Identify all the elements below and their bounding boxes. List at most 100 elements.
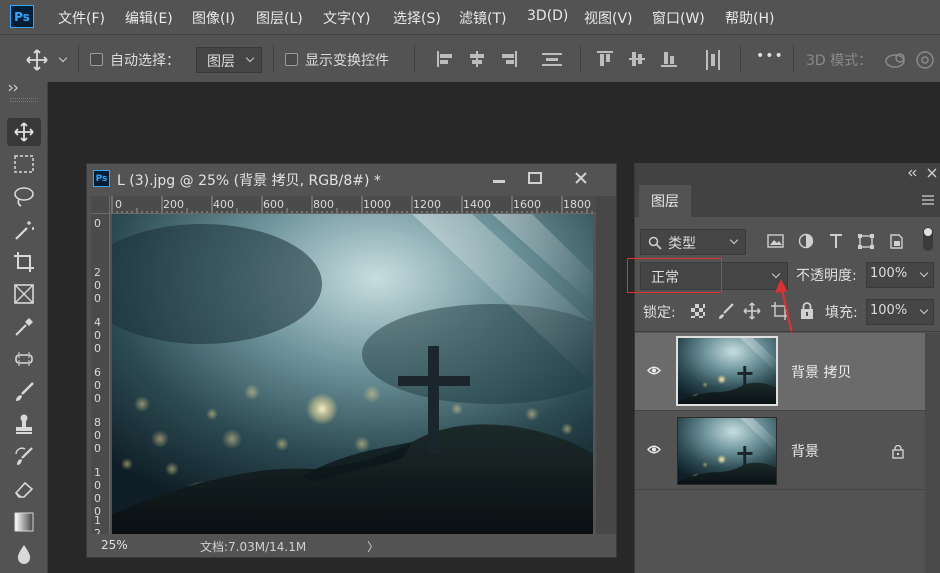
menu-filter[interactable]: 滤镜(T) xyxy=(459,8,506,28)
fill-field[interactable]: 100% xyxy=(866,299,934,325)
layer-row[interactable]: 背景 xyxy=(635,412,925,490)
eyedropper-tool[interactable] xyxy=(7,313,41,341)
filter-type-icon[interactable] xyxy=(827,233,845,249)
align-vcenter-icon[interactable] xyxy=(628,50,646,68)
menu-3d[interactable]: 3D(D) xyxy=(527,8,568,24)
align-top-icon[interactable] xyxy=(596,50,614,68)
opacity-value: 100% xyxy=(870,266,908,281)
auto-select-label: 自动选择： xyxy=(110,53,180,69)
vertical-ruler[interactable]: 0 2 0 0 4 0 0 6 0 0 8 0 0 1 0 0 0 1 2 xyxy=(91,214,110,534)
history-brush-icon xyxy=(15,447,33,465)
layer-thumbnail[interactable] xyxy=(676,336,778,406)
menu-select[interactable]: 选择(S) xyxy=(393,8,441,28)
align-right-icon[interactable] xyxy=(500,50,518,68)
clone-stamp-tool[interactable] xyxy=(7,410,41,438)
minimize-button[interactable] xyxy=(485,168,513,188)
eraser-tool[interactable] xyxy=(7,475,41,503)
menu-file[interactable]: 文件(F) xyxy=(58,8,105,28)
close-panel-icon[interactable] xyxy=(927,168,937,178)
show-transform-checkbox[interactable] xyxy=(285,53,298,66)
menu-edit[interactable]: 编辑(E) xyxy=(125,8,173,28)
menu-type[interactable]: 文字(Y) xyxy=(323,8,370,28)
layer-lock-icon[interactable] xyxy=(892,445,904,459)
filter-toggle[interactable] xyxy=(923,227,933,251)
ruler-v-label: 2 0 0 xyxy=(94,266,101,305)
tool-preset-chevron-icon[interactable] xyxy=(58,53,68,63)
healing-brush-tool[interactable] xyxy=(7,345,41,373)
auto-select-target-dropdown[interactable]: 图层 xyxy=(196,47,262,73)
ruler-origin[interactable] xyxy=(91,196,110,214)
layer-thumbnail-image xyxy=(678,338,776,404)
filter-adjustment-icon[interactable] xyxy=(797,233,815,249)
menu-view[interactable]: 视图(V) xyxy=(584,8,633,28)
lasso-tool[interactable] xyxy=(7,183,41,211)
crop-tool[interactable] xyxy=(7,248,41,276)
menu-layer[interactable]: 图层(L) xyxy=(256,8,303,28)
lock-image-pixels-icon[interactable] xyxy=(717,302,735,320)
layer-name[interactable]: 背景 xyxy=(791,441,819,461)
collapse-panel-icon[interactable] xyxy=(907,169,917,177)
document-window[interactable]: Ps L (3).jpg @ 25% (背景 拷贝, RGB/8#) * 0 2… xyxy=(86,163,617,558)
filter-pixel-icon[interactable] xyxy=(767,233,785,249)
search-icon xyxy=(648,236,662,250)
marquee-tool[interactable] xyxy=(7,150,41,178)
document-canvas[interactable] xyxy=(112,214,593,534)
frame-tool[interactable] xyxy=(7,280,41,308)
distribute-icon[interactable] xyxy=(542,50,562,68)
document-info: 文档:7.03M/14.1M xyxy=(200,540,307,554)
3d-orbit-icon[interactable] xyxy=(884,49,910,71)
status-menu-button[interactable]: 〉 xyxy=(367,538,379,555)
menu-window[interactable]: 窗口(W) xyxy=(652,8,705,28)
ruler-h-label: 1400 xyxy=(463,198,491,211)
blur-tool[interactable] xyxy=(7,540,41,568)
zoom-level-field[interactable]: 25% xyxy=(101,538,128,552)
blur-drop-icon xyxy=(17,545,31,564)
close-button[interactable] xyxy=(567,168,595,188)
brush-tool[interactable] xyxy=(7,378,41,406)
layer-filter-dropdown[interactable]: 类型 xyxy=(640,229,746,255)
toolbar-grip[interactable] xyxy=(10,98,38,102)
align-bottom-icon[interactable] xyxy=(660,50,678,68)
ruler-v-label: 6 0 0 xyxy=(94,366,101,405)
annotation-highlight-box xyxy=(627,258,722,293)
magic-wand-tool[interactable] xyxy=(7,216,41,244)
tab-layers[interactable]: 图层 xyxy=(639,185,691,217)
layers-scrollbar[interactable] xyxy=(925,333,940,573)
move-tool[interactable] xyxy=(7,118,41,146)
magic-wand-icon xyxy=(15,221,34,240)
menu-image[interactable]: 图像(I) xyxy=(192,8,235,28)
tools-panel xyxy=(0,82,48,573)
filter-smart-object-icon[interactable] xyxy=(887,233,905,249)
lock-position-icon[interactable] xyxy=(743,302,761,320)
auto-select-checkbox[interactable] xyxy=(90,53,103,66)
document-title-bar[interactable]: Ps L (3).jpg @ 25% (背景 拷贝, RGB/8#) * xyxy=(87,164,616,192)
visibility-eye-icon[interactable] xyxy=(647,445,661,454)
lock-transparent-pixels-icon[interactable] xyxy=(691,304,705,318)
history-brush-tool[interactable] xyxy=(7,443,41,471)
ruler-v-label: 4 0 0 xyxy=(94,316,101,355)
horizontal-ruler[interactable]: 0 200 400 600 800 1000 1200 1400 1600 18… xyxy=(110,196,598,214)
layer-thumbnail[interactable] xyxy=(677,417,777,485)
menu-help[interactable]: 帮助(H) xyxy=(725,8,774,28)
align-left-icon[interactable] xyxy=(436,50,454,68)
crop-icon xyxy=(14,252,34,272)
panel-menu-icon[interactable] xyxy=(921,195,935,205)
document-vertical-scrollbar[interactable] xyxy=(596,196,616,534)
maximize-button[interactable] xyxy=(521,168,549,188)
3d-roll-icon[interactable] xyxy=(914,49,936,71)
ruler-h-label: 1600 xyxy=(513,198,541,211)
opacity-field[interactable]: 100% xyxy=(866,262,934,288)
move-tool-icon[interactable] xyxy=(26,49,48,71)
layer-name[interactable]: 背景 拷贝 xyxy=(791,362,851,382)
layer-row[interactable]: 背景 拷贝 xyxy=(635,333,925,411)
maximize-icon xyxy=(528,172,542,184)
align-hcenter-icon[interactable] xyxy=(468,50,486,68)
collapse-toolbar-icon[interactable] xyxy=(8,84,20,92)
visibility-eye-icon[interactable] xyxy=(647,366,661,375)
ruler-h-label: 600 xyxy=(263,198,284,211)
stamp-icon xyxy=(16,414,32,434)
filter-shape-icon[interactable] xyxy=(857,233,875,249)
gradient-tool[interactable] xyxy=(7,508,41,536)
distribute-vertical-icon[interactable] xyxy=(704,50,722,70)
more-options-button[interactable]: ••• xyxy=(756,48,784,64)
